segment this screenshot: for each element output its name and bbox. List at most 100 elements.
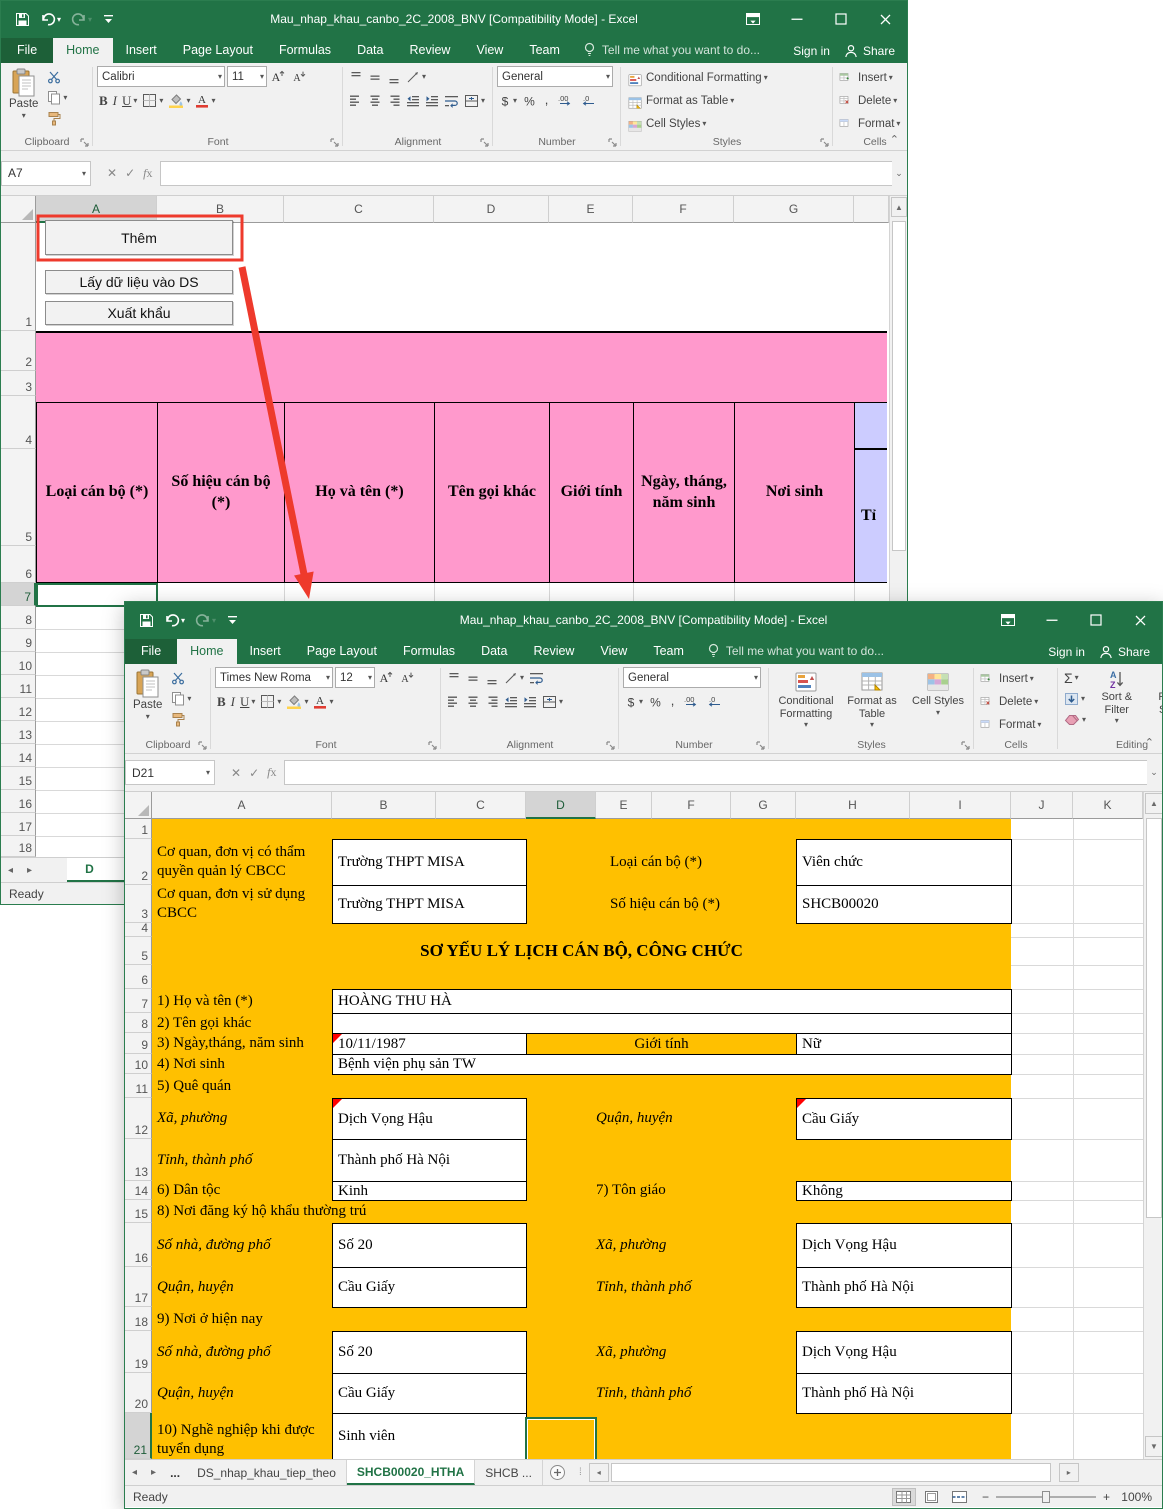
collapse-ribbon-button[interactable]: ⌃ xyxy=(1145,736,1154,749)
cell-styles-button[interactable]: Cell Styles▾ xyxy=(905,667,971,719)
row-header-6[interactable]: 6 xyxy=(1,546,36,583)
share-button[interactable]: Share xyxy=(844,44,895,58)
sign-in-button[interactable]: Sign in xyxy=(793,44,830,58)
dialog-launcher-icon[interactable] xyxy=(198,741,208,751)
sheet-nav-left-icon[interactable]: ◂ xyxy=(125,1460,144,1485)
row-header-19[interactable]: 19 xyxy=(125,1331,152,1373)
increase-decimal-button[interactable]: .00 xyxy=(681,691,702,712)
save-button[interactable] xyxy=(135,608,158,632)
merge-center-button[interactable]: ▾ xyxy=(540,691,565,712)
column-header-B[interactable]: B xyxy=(332,792,436,819)
increase-indent-button[interactable] xyxy=(423,90,441,111)
row-header-1[interactable]: 1 xyxy=(1,223,36,331)
insert-cells-button[interactable]: Insert▾ xyxy=(837,66,907,89)
format-cells-button[interactable]: Format▾ xyxy=(837,112,907,135)
cut-button[interactable] xyxy=(169,667,193,688)
row-header-14[interactable]: 14 xyxy=(1,744,36,767)
sheet-nav-right-icon[interactable]: ▸ xyxy=(20,858,39,882)
orientation-button[interactable]: ▾ xyxy=(502,667,526,688)
form-button-xuat-khau[interactable]: Xuất khẩu xyxy=(45,301,233,325)
tab-home[interactable]: Home xyxy=(53,38,112,63)
column-header-C[interactable]: C xyxy=(436,792,526,819)
wrap-text-button[interactable] xyxy=(527,667,546,688)
font-color-button[interactable]: A▾ xyxy=(193,90,217,111)
column-header-F[interactable]: F xyxy=(652,792,731,819)
row-header-3[interactable]: 3 xyxy=(1,371,36,396)
sheet-tab-2[interactable]: SHCB00020_HTHA xyxy=(347,1460,475,1485)
row-header-12[interactable]: 12 xyxy=(125,1098,152,1139)
row-header-17[interactable]: 17 xyxy=(125,1267,152,1307)
autosum-button[interactable]: Σ▾ xyxy=(1062,667,1088,688)
column-header-B[interactable]: B xyxy=(157,196,284,223)
fill-button[interactable]: ▾ xyxy=(1062,688,1088,709)
dialog-launcher-icon[interactable] xyxy=(608,138,618,148)
row-header-9[interactable]: 9 xyxy=(125,1033,152,1054)
row-header-17[interactable]: 17 xyxy=(1,813,36,836)
paste-button[interactable]: Paste▾ xyxy=(5,66,42,122)
accounting-format-button[interactable]: $▾ xyxy=(497,90,519,111)
tab-file[interactable]: File xyxy=(1,38,53,63)
scroll-right-icon[interactable]: ▸ xyxy=(1059,1463,1079,1482)
row-header-11[interactable]: 11 xyxy=(125,1074,152,1098)
insert-function-icon[interactable]: fx xyxy=(267,765,276,780)
grow-font-button[interactable]: A xyxy=(377,667,396,688)
sheet-tab-partial[interactable]: D xyxy=(67,858,125,882)
row-header-1[interactable]: 1 xyxy=(125,819,152,839)
row-header-14[interactable]: 14 xyxy=(125,1181,152,1200)
scroll-up-icon[interactable]: ▲ xyxy=(1145,793,1162,814)
row-header-16[interactable]: 16 xyxy=(125,1223,152,1267)
format-painter-button[interactable] xyxy=(45,108,69,129)
column-header-J[interactable]: J xyxy=(1011,792,1073,819)
tab-team[interactable]: Team xyxy=(516,38,573,63)
sheet-nav-right-icon[interactable]: ▸ xyxy=(144,1460,163,1485)
decrease-indent-button[interactable] xyxy=(404,90,422,111)
align-left-button[interactable] xyxy=(445,691,463,712)
cancel-icon[interactable]: ✕ xyxy=(107,166,117,180)
percent-style-button[interactable]: % xyxy=(647,691,664,712)
insert-cells-button[interactable]: Insert▾ xyxy=(978,667,1055,690)
zoom-slider[interactable]: −+ xyxy=(982,1490,1110,1504)
row-header-13[interactable]: 13 xyxy=(1,721,36,744)
shrink-font-button[interactable]: A xyxy=(398,667,417,688)
zoom-in-icon[interactable]: + xyxy=(1103,1490,1110,1504)
tell-me-box[interactable]: Tell me what you want to do... xyxy=(573,42,770,63)
align-right-button[interactable] xyxy=(483,691,501,712)
scroll-up-icon[interactable]: ▲ xyxy=(891,197,907,217)
scrollbar-thumb[interactable] xyxy=(1146,818,1162,1218)
font-size-combo[interactable]: 11▾ xyxy=(227,66,267,87)
underline-button[interactable]: U▾ xyxy=(238,691,257,712)
format-cells-button[interactable]: Format▾ xyxy=(978,713,1055,736)
horizontal-scrollbar[interactable]: ◂▸ xyxy=(589,1463,1162,1482)
dialog-launcher-icon[interactable] xyxy=(756,741,766,751)
align-top-button[interactable] xyxy=(347,66,365,87)
accounting-format-button[interactable]: $▾ xyxy=(623,691,645,712)
scroll-left-icon[interactable]: ◂ xyxy=(589,1463,609,1482)
dialog-launcher-icon[interactable] xyxy=(820,138,830,148)
sheet-tab-1[interactable]: DS_nhap_khau_tiep_theo xyxy=(187,1460,347,1485)
scroll-down-icon[interactable]: ▼ xyxy=(1145,1436,1162,1457)
align-left-button[interactable] xyxy=(347,90,365,111)
tell-me-box[interactable]: Tell me what you want to do... xyxy=(697,643,894,664)
row-header-10[interactable]: 10 xyxy=(125,1054,152,1074)
form-button-lay-du-lieu[interactable]: Lấy dữ liệu vào DS xyxy=(45,270,233,294)
conditional-formatting-button[interactable]: Conditional Formatting▾ xyxy=(625,66,830,89)
borders-button[interactable]: ▾ xyxy=(258,691,283,712)
zoom-out-icon[interactable]: − xyxy=(982,1490,989,1504)
fill-color-button[interactable]: ▾ xyxy=(166,90,192,111)
row-header-4[interactable]: 4 xyxy=(1,396,36,449)
borders-button[interactable]: ▾ xyxy=(140,90,165,111)
cancel-icon[interactable]: ✕ xyxy=(231,766,241,780)
row-header-21[interactable]: 21 xyxy=(125,1413,152,1459)
row-header-6[interactable]: 6 xyxy=(125,965,152,989)
collapse-ribbon-button[interactable]: ⌃ xyxy=(890,133,899,146)
column-header-G[interactable]: G xyxy=(731,792,796,819)
page-layout-view-button[interactable] xyxy=(920,1488,944,1506)
tab-page-layout[interactable]: Page Layout xyxy=(294,639,390,664)
dialog-launcher-icon[interactable] xyxy=(606,741,616,751)
sheet-tab-3[interactable]: SHCB ... xyxy=(475,1460,543,1485)
column-header-I[interactable]: I xyxy=(910,792,1011,819)
cell-styles-button[interactable]: Cell Styles▾ xyxy=(625,112,830,135)
cut-button[interactable] xyxy=(45,66,69,87)
share-button[interactable]: Share xyxy=(1099,645,1150,659)
tab-insert[interactable]: Insert xyxy=(113,38,170,63)
